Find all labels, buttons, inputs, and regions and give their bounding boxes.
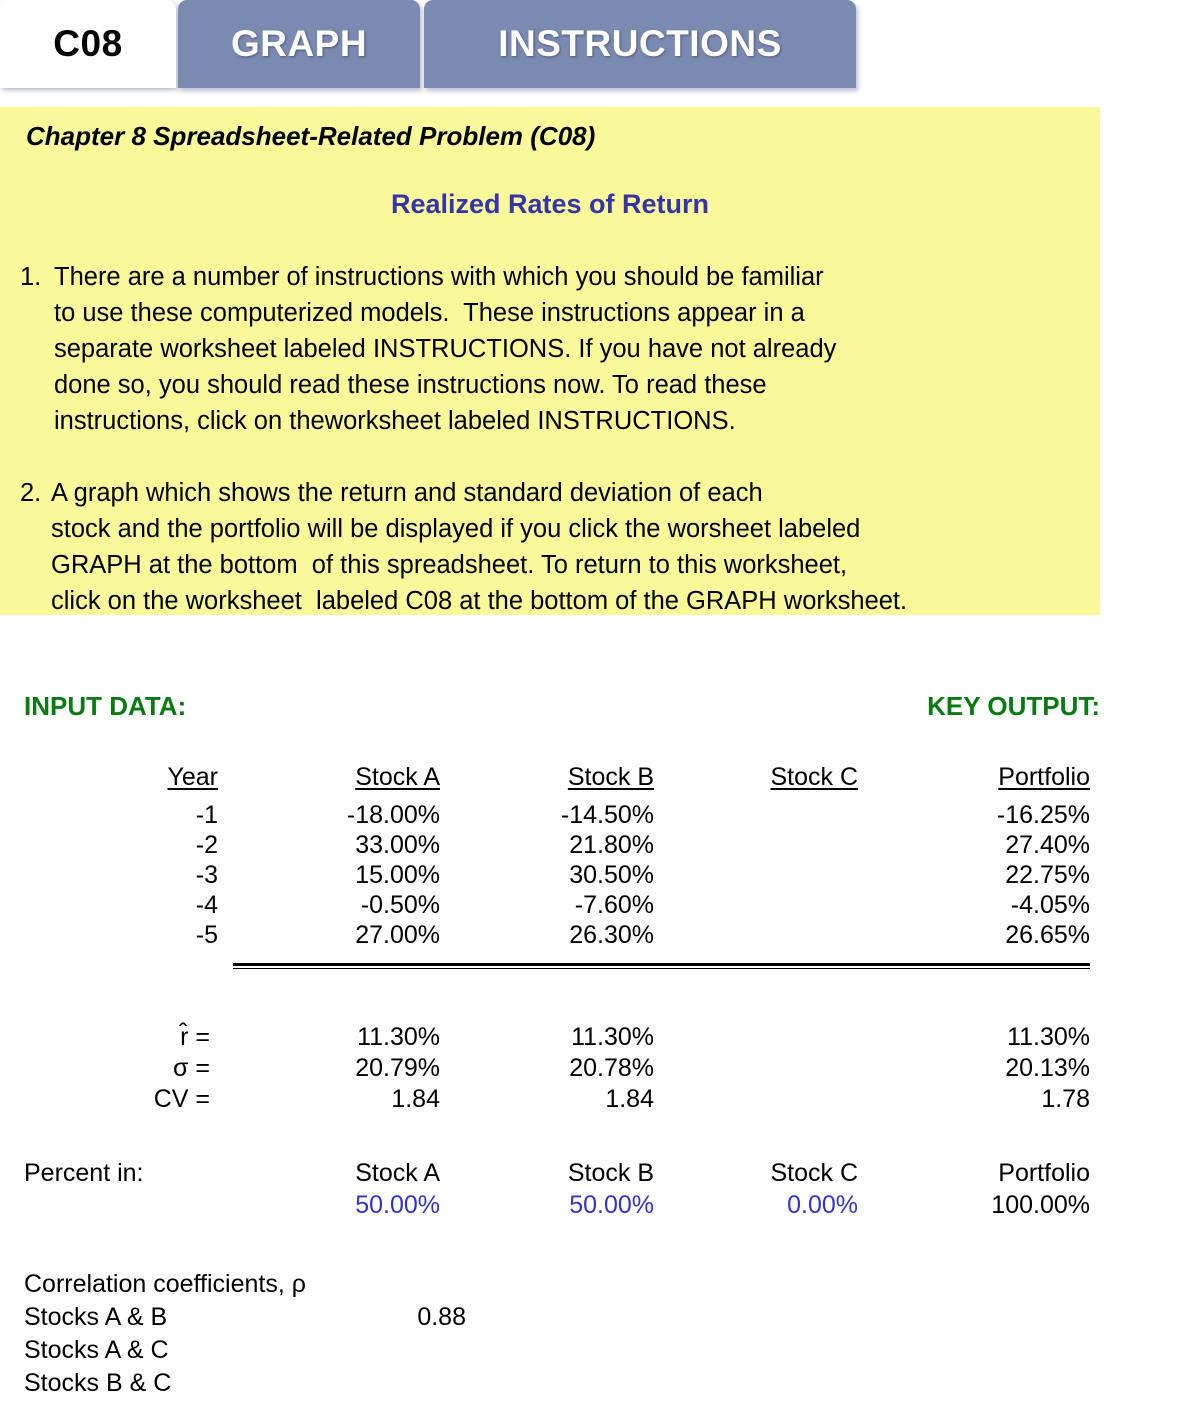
table-header-row: Year Stock A Stock B Stock C Portfolio — [0, 762, 1200, 800]
paragraph-2-line: stock and the portfolio will be displaye… — [51, 515, 861, 543]
cell-year: -3 — [195, 861, 218, 889]
column-header-stock-b: Stock B — [567, 763, 654, 791]
cell-portfolio: -4.05% — [1010, 891, 1090, 919]
stat-portfolio: 1.78 — [1041, 1085, 1090, 1113]
paragraph-2-number: 2. — [20, 479, 42, 507]
paragraph-1-line: to use these computerized models. These … — [54, 299, 805, 327]
input-data-heading: INPUT DATA: — [24, 691, 187, 721]
cell-portfolio: 22.75% — [1005, 861, 1090, 889]
percent-header-portfolio: Portfolio — [998, 1159, 1090, 1187]
paragraph-2-line: A graph which shows the return and stand… — [51, 479, 763, 507]
cell-stock-a[interactable]: 15.00% — [355, 860, 440, 890]
summary-statistics: r̂ = 11.30% 11.30% 11.30% σ = 20.79% 20.… — [0, 1022, 1200, 1115]
stat-row-expected-return: r̂ = 11.30% 11.30% 11.30% — [0, 1022, 1200, 1053]
paragraph-1-line: done so, you should read these instructi… — [54, 371, 767, 399]
table-row: -1 -18.00% -14.50% -16.25% — [0, 800, 1200, 830]
cell-year: -2 — [195, 831, 218, 859]
cell-stock-b[interactable]: -7.60% — [575, 890, 654, 920]
percent-allocation-section: Percent in: Stock A Stock B Stock C Port… — [0, 1158, 1200, 1222]
cell-year: -4 — [195, 891, 218, 919]
table-row: -5 27.00% 26.30% 26.65% — [0, 920, 1200, 950]
percent-header-stock-c: Stock C — [770, 1159, 858, 1187]
stat-stock-a: 11.30% — [357, 1023, 440, 1051]
stat-stock-b: 1.84 — [605, 1085, 654, 1113]
stat-portfolio: 20.13% — [1005, 1054, 1090, 1082]
returns-table: Year Stock A Stock B Stock C Portfolio -… — [0, 762, 1200, 950]
cell-stock-a[interactable]: -18.00% — [347, 800, 440, 830]
paragraph-2-line: GRAPH at the bottom of this spreadsheet.… — [51, 551, 848, 579]
key-output-heading: KEY OUTPUT: — [927, 691, 1100, 721]
table-bottom-divider — [233, 963, 1090, 969]
cell-stock-a[interactable]: 33.00% — [355, 830, 440, 860]
paragraph-1-number: 1. — [20, 263, 42, 291]
cell-portfolio: 26.65% — [1005, 921, 1090, 949]
stat-label: r̂ = — [180, 1023, 210, 1051]
correlation-label: Stocks A & C — [24, 1336, 169, 1364]
cell-portfolio: 27.40% — [1005, 831, 1090, 859]
cell-stock-b[interactable]: -14.50% — [561, 800, 654, 830]
paragraph-2-line: click on the worksheet labeled C08 at th… — [51, 587, 908, 615]
stat-portfolio: 11.30% — [1007, 1023, 1090, 1051]
column-header-stock-c: Stock C — [770, 763, 858, 791]
stat-stock-a: 20.79% — [355, 1054, 440, 1082]
percent-in-values-row: 50.00% 50.00% 0.00% 100.00% — [0, 1190, 1200, 1222]
percent-value-stock-a[interactable]: 50.00% — [355, 1190, 440, 1220]
cell-portfolio: -16.25% — [996, 801, 1090, 829]
percent-in-caption: Percent in: — [24, 1159, 144, 1187]
correlation-label: Stocks B & C — [24, 1369, 172, 1397]
correlation-heading-label: Correlation coefficients, ρ — [24, 1270, 306, 1298]
paragraph-1-line: instructions, click on theworksheet labe… — [54, 407, 736, 435]
instruction-paragraph-1: 1. There are a number of instructions wi… — [20, 259, 1080, 439]
stat-stock-b: 11.30% — [571, 1023, 654, 1051]
instructions-panel: Chapter 8 Spreadsheet-Related Problem (C… — [0, 107, 1100, 615]
stat-row-standard-deviation: σ = 20.79% 20.78% 20.13% — [0, 1053, 1200, 1084]
correlation-section: Correlation coefficients, ρ Stocks A & B… — [24, 1268, 1200, 1400]
percent-header-stock-a: Stock A — [355, 1159, 440, 1187]
table-row: -3 15.00% 30.50% 22.75% — [0, 860, 1200, 890]
cell-year: -1 — [195, 801, 218, 829]
table-row: -4 -0.50% -7.60% -4.05% — [0, 890, 1200, 920]
worksheet-tab-bar: C08 GRAPH INSTRUCTIONS — [0, 0, 1200, 92]
panel-subtitle: Realized Rates of Return — [390, 189, 710, 219]
panel-title: Chapter 8 Spreadsheet-Related Problem (C… — [26, 121, 596, 151]
correlation-row-a-b: Stocks A & B 0.88 — [24, 1301, 1200, 1334]
column-header-year: Year — [167, 763, 218, 791]
paragraph-1-line: There are a number of instructions with … — [54, 263, 824, 291]
correlation-value[interactable]: 0.88 — [382, 1301, 466, 1334]
stat-label: σ = — [173, 1054, 210, 1082]
column-header-stock-a: Stock A — [355, 763, 440, 791]
table-row: -2 33.00% 21.80% 27.40% — [0, 830, 1200, 860]
cell-stock-b[interactable]: 30.50% — [569, 860, 654, 890]
stat-row-coefficient-of-variation: CV = 1.84 1.84 1.78 — [0, 1084, 1200, 1115]
tab-graph[interactable]: GRAPH — [178, 0, 420, 88]
cell-stock-a[interactable]: 27.00% — [355, 920, 440, 950]
percent-in-header-row: Percent in: Stock A Stock B Stock C Port… — [0, 1158, 1200, 1190]
cell-year: -5 — [195, 921, 218, 949]
cell-stock-b[interactable]: 21.80% — [569, 830, 654, 860]
correlation-label: Stocks A & B — [24, 1303, 168, 1331]
correlation-row-a-c: Stocks A & C — [24, 1334, 1200, 1367]
percent-header-stock-b: Stock B — [567, 1159, 654, 1187]
cell-stock-a[interactable]: -0.50% — [361, 890, 440, 920]
stat-stock-a: 1.84 — [391, 1085, 440, 1113]
tab-graph-label: GRAPH — [230, 23, 368, 64]
correlation-heading: Correlation coefficients, ρ — [24, 1268, 1200, 1301]
tab-c08[interactable]: C08 — [0, 0, 176, 88]
tab-instructions-label: INSTRUCTIONS — [498, 23, 782, 64]
percent-value-stock-b[interactable]: 50.00% — [569, 1190, 654, 1220]
percent-value-portfolio: 100.00% — [991, 1191, 1090, 1219]
stat-label: CV = — [153, 1085, 210, 1113]
percent-value-stock-c[interactable]: 0.00% — [787, 1190, 858, 1220]
column-header-portfolio: Portfolio — [998, 763, 1090, 791]
cell-stock-b[interactable]: 26.30% — [569, 920, 654, 950]
tab-c08-label: C08 — [53, 23, 123, 64]
instruction-paragraph-2: 2. A graph which shows the return and st… — [20, 475, 1095, 619]
tab-instructions[interactable]: INSTRUCTIONS — [424, 0, 856, 88]
stat-stock-b: 20.78% — [569, 1054, 654, 1082]
paragraph-1-line: separate worksheet labeled INSTRUCTIONS.… — [54, 335, 837, 363]
correlation-row-b-c: Stocks B & C — [24, 1367, 1200, 1400]
